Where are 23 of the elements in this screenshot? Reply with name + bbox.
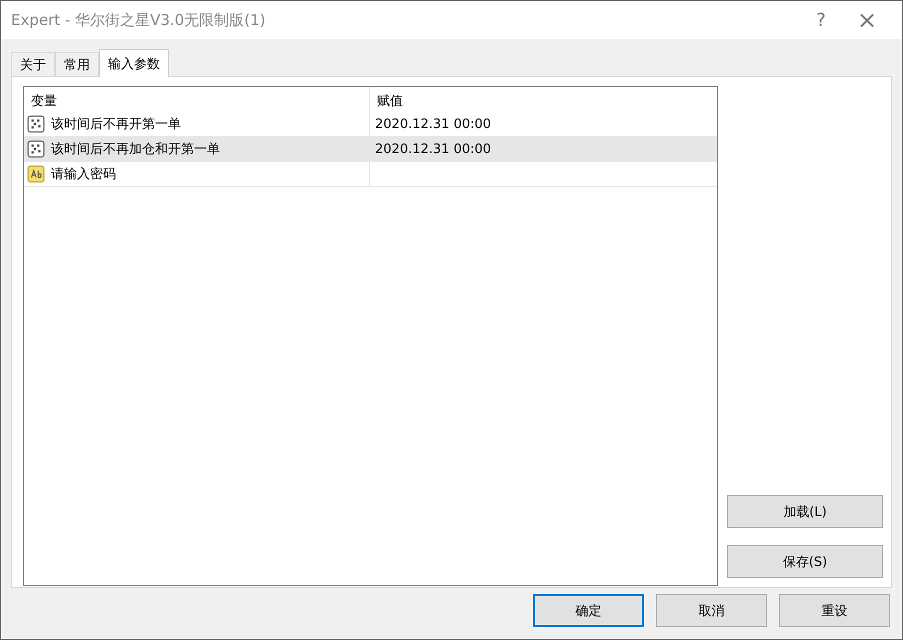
side-button[interactable]: 保存(S) (727, 545, 883, 578)
variable-name: 该时间后不再加仓和开第一单 (51, 141, 220, 158)
tab[interactable]: 常用 (55, 52, 99, 76)
tab[interactable]: 输入参数 (99, 49, 169, 77)
tab[interactable]: 关于 (11, 52, 55, 76)
variable-value: 2020.12.31 00:00 (375, 142, 492, 156)
close-button[interactable]: × (844, 5, 890, 35)
dialog-button[interactable]: 取消 (656, 594, 767, 627)
text-variable-icon (27, 165, 45, 183)
calendar-icon (27, 140, 45, 158)
dialog-button[interactable]: 重设 (779, 594, 890, 627)
variable-name: 请输入密码 (51, 166, 116, 183)
dialog-button[interactable]: 确定 (533, 594, 644, 627)
help-button[interactable]: ? (798, 5, 844, 35)
variable-name: 该时间后不再开第一单 (51, 116, 181, 133)
column-header[interactable]: 赋值 (370, 87, 716, 112)
side-button[interactable]: 加载(L) (727, 495, 883, 528)
table-row[interactable]: 该时间后不再加仓和开第一单 2020.12.31 00:00 (24, 137, 717, 162)
calendar-icon (27, 115, 45, 133)
variable-value: 2020.12.31 00:00 (375, 116, 492, 132)
table-row[interactable]: 请输入密码 (24, 162, 717, 187)
column-header[interactable]: 变量 (24, 87, 370, 112)
window-title: Expert - 华尔街之星V3.0无限制版(1) (11, 10, 266, 30)
